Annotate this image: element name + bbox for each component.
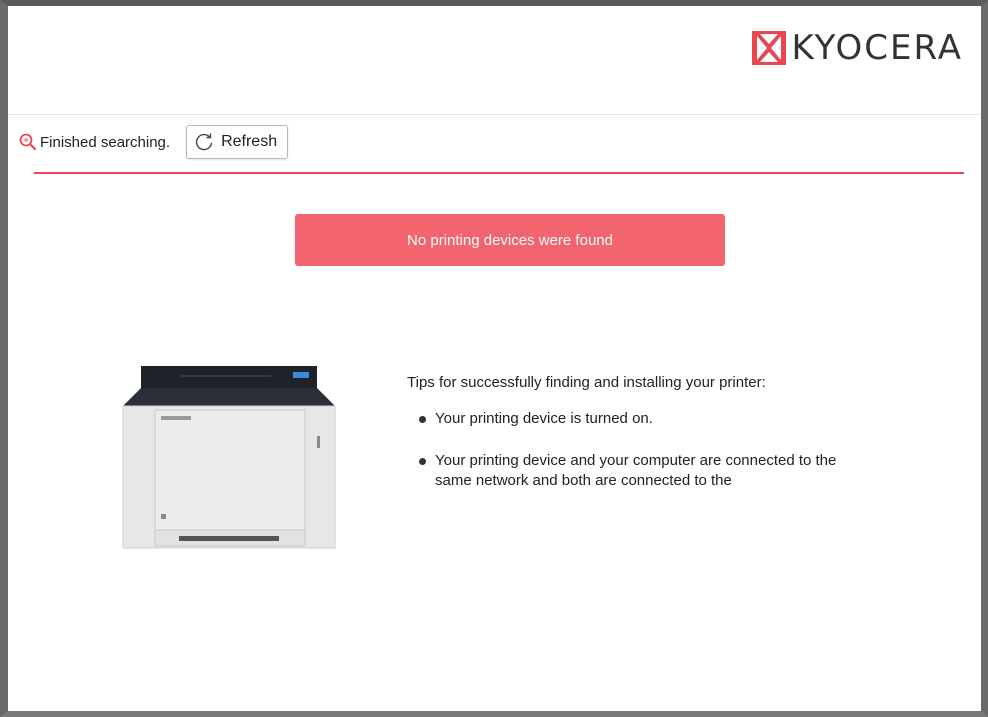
- logo-text: KYOCERA: [791, 28, 963, 68]
- tip-text: Your printing device is turned on.: [435, 410, 653, 427]
- refresh-icon: [195, 133, 213, 151]
- app-window: KYOCERA Finished searching. Refresh No p…: [0, 0, 988, 717]
- bullet-icon: [419, 458, 426, 465]
- tip-item: Your printing device is turned on.: [407, 409, 877, 429]
- tip-text: Your printing device and your computer a…: [435, 452, 837, 489]
- printer-illustration: [122, 366, 336, 549]
- search-status-text: Finished searching.: [40, 133, 171, 151]
- divider: [34, 172, 964, 174]
- refresh-button[interactable]: Refresh: [186, 125, 289, 159]
- refresh-label: Refresh: [221, 133, 278, 150]
- search-status-bar: Finished searching. Refresh: [18, 124, 289, 160]
- alert-message: No printing devices were found: [407, 231, 613, 249]
- tip-item: Your printing device and your computer a…: [407, 451, 877, 491]
- bullet-icon: [419, 416, 426, 423]
- kyocera-logo: KYOCERA: [751, 28, 963, 68]
- header: KYOCERA: [8, 6, 981, 115]
- kyocera-logo-icon: [751, 31, 786, 65]
- no-devices-alert: No printing devices were found: [295, 214, 725, 266]
- tips-title: Tips for successfully finding and instal…: [407, 374, 766, 391]
- search-status-icon: [19, 133, 37, 151]
- tips-section: Tips for successfully finding and instal…: [407, 374, 877, 513]
